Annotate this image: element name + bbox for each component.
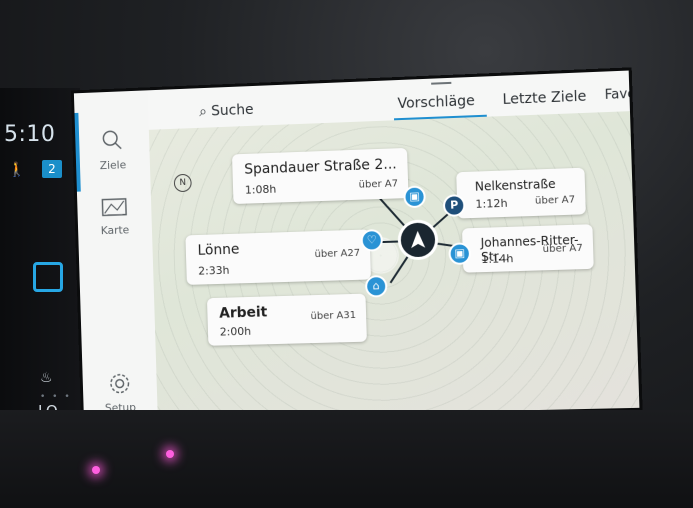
tab-label: Suche [211, 101, 254, 120]
destination-card[interactable]: Spandauer Straße 2... 1:08h über A7 [231, 147, 409, 205]
clock: 5:10 [4, 122, 56, 147]
passenger-icon: 🚶 [8, 162, 26, 178]
destination-via: über A7 [542, 242, 584, 256]
destination-name: Spandauer Straße 2... [244, 156, 397, 178]
destination-name: Arbeit [218, 304, 268, 322]
destination-via: über A7 [534, 194, 576, 207]
sidebar-item-label: Karte [100, 223, 130, 238]
gear-icon [108, 371, 132, 395]
sidebar-item-setup[interactable]: Setup [83, 371, 158, 415]
tab-suche[interactable]: ⌕ Suche [199, 102, 254, 120]
sidebar-item-ziele[interactable]: Ziele [75, 126, 150, 173]
seat-heat-left-level: • • • [40, 392, 72, 402]
destination-eta: 1:12h [475, 196, 508, 211]
navigation-arrow-icon [410, 230, 426, 249]
home-button[interactable] [33, 262, 63, 292]
destination-via: über A7 [358, 178, 399, 191]
destination-name: Lönne [197, 241, 240, 259]
search-icon [99, 127, 125, 154]
nav-sidebar: Ziele Karte Setup [73, 90, 159, 420]
destination-eta: 2:00h [219, 324, 252, 339]
destination-card[interactable]: Arbeit 2:00h über A31 [206, 293, 367, 346]
destination-eta: 2:33h [198, 263, 230, 278]
map-icon [99, 196, 129, 219]
destination-name: Nelkenstraße [474, 176, 556, 194]
search-icon: ⌕ [198, 103, 208, 120]
drag-handle[interactable] [431, 81, 452, 85]
sidebar-item-label: Ziele [99, 158, 127, 173]
passenger-count-badge: 2 [42, 160, 62, 178]
destination-card[interactable]: Nelkenstraße 1:12h über A7 [456, 167, 586, 219]
tab-vorschlaege[interactable]: Vorschläge [397, 93, 475, 112]
destination-via: über A31 [310, 309, 357, 323]
sidebar-item-karte[interactable]: Karte [77, 195, 152, 238]
destination-via: über A27 [314, 247, 361, 261]
destination-card[interactable]: Johannes-Ritter-Str... 1:14h über A7 [461, 224, 594, 273]
seat-heat-left-icon[interactable]: ♨ [40, 370, 53, 386]
destination-card[interactable]: Lönne 2:33h über A27 [185, 229, 371, 285]
destination-eta: 1:08h [244, 182, 277, 197]
indicator-light [166, 450, 174, 458]
current-position-marker[interactable] [400, 222, 436, 258]
infotainment-screen: Ziele Karte Setup ⌕ Suche Vorschläge Let… [73, 70, 640, 420]
tab-letzte-ziele[interactable]: Letzte Ziele [502, 89, 586, 108]
console-panel [0, 410, 693, 508]
destination-eta: 1:14h [481, 252, 514, 267]
indicator-light [92, 466, 100, 474]
